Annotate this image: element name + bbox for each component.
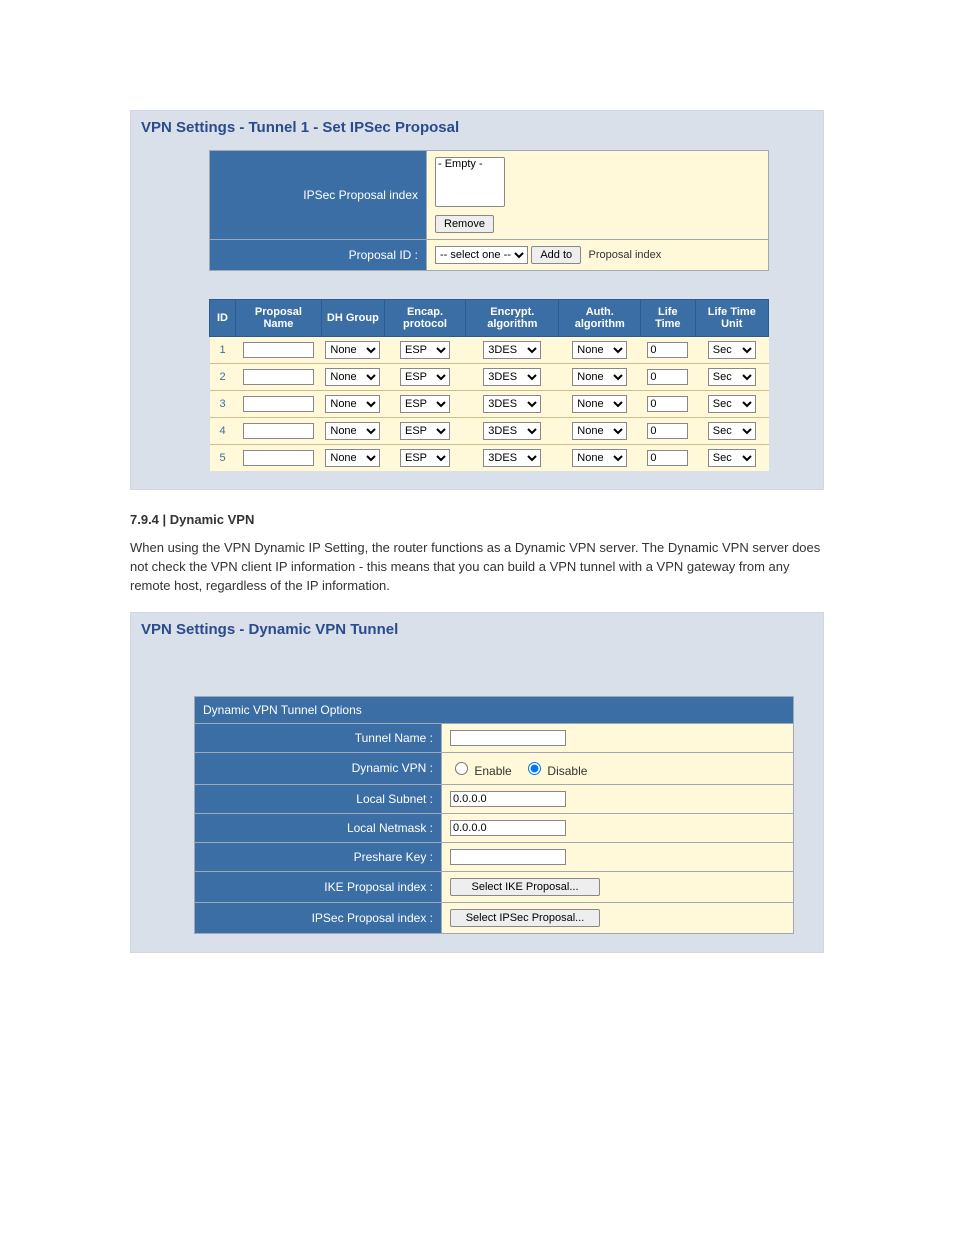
encap-protocol-select[interactable]: ESP — [400, 395, 450, 413]
encrypt-algorithm-select[interactable]: 3DES — [483, 368, 541, 386]
section-title: Dynamic VPN — [170, 512, 255, 527]
local-subnet-label: Local Subnet : — [195, 784, 442, 813]
table-row: 2 None ESP 3DES None Sec — [210, 364, 769, 391]
enable-radio[interactable] — [455, 762, 468, 775]
ipsec-proposals-table: ID Proposal Name DH Group Encap. protoco… — [209, 299, 769, 471]
ipsec-config-table: IPSec Proposal index - Empty - Remove Pr… — [209, 150, 769, 271]
life-time-input[interactable] — [647, 450, 688, 466]
life-time-input[interactable] — [647, 423, 688, 439]
auth-algorithm-select[interactable]: None — [572, 449, 627, 467]
dynamic-vpn-options-table: Dynamic VPN Tunnel Options Tunnel Name :… — [194, 696, 794, 934]
row-id: 1 — [210, 337, 236, 364]
row-id: 4 — [210, 418, 236, 445]
col-unit: Life Time Unit — [695, 300, 768, 337]
proposal-id-select[interactable]: -- select one -- — [435, 246, 528, 264]
encrypt-algorithm-select[interactable]: 3DES — [483, 395, 541, 413]
dh-group-select[interactable]: None — [325, 449, 380, 467]
life-time-unit-select[interactable]: Sec — [708, 449, 756, 467]
life-time-unit-select[interactable]: Sec — [708, 395, 756, 413]
col-encrypt: Encrypt. algorithm — [466, 300, 559, 337]
remove-button[interactable]: Remove — [435, 215, 494, 233]
section-body: When using the VPN Dynamic IP Setting, t… — [130, 539, 824, 596]
dh-group-select[interactable]: None — [325, 422, 380, 440]
proposal-name-input[interactable] — [243, 396, 314, 412]
encap-protocol-select[interactable]: ESP — [400, 341, 450, 359]
auth-algorithm-select[interactable]: None — [572, 395, 627, 413]
proposal-id-label: Proposal ID : — [210, 240, 427, 271]
local-netmask-input[interactable] — [450, 820, 566, 836]
proposal-name-input[interactable] — [243, 450, 314, 466]
auth-algorithm-select[interactable]: None — [572, 341, 627, 359]
select-ipsec-proposal-button[interactable]: Select IPSec Proposal... — [450, 909, 600, 927]
life-time-input[interactable] — [647, 369, 688, 385]
add-to-note: Proposal index — [589, 249, 662, 261]
dh-group-select[interactable]: None — [325, 395, 380, 413]
select-ike-proposal-button[interactable]: Select IKE Proposal... — [450, 878, 600, 896]
row-id: 5 — [210, 445, 236, 472]
encap-protocol-select[interactable]: ESP — [400, 449, 450, 467]
table-row: 3 None ESP 3DES None Sec — [210, 391, 769, 418]
ike-index-label: IKE Proposal index : — [195, 871, 442, 902]
encap-protocol-select[interactable]: ESP — [400, 368, 450, 386]
preshare-key-label: Preshare Key : — [195, 842, 442, 871]
local-subnet-input[interactable] — [450, 791, 566, 807]
add-to-button[interactable]: Add to — [531, 246, 581, 264]
dh-group-select[interactable]: None — [325, 341, 380, 359]
table-row: 4 None ESP 3DES None Sec — [210, 418, 769, 445]
life-time-unit-select[interactable]: Sec — [708, 341, 756, 359]
section-heading: 7.9.4 | Dynamic VPN — [130, 512, 824, 527]
life-time-unit-select[interactable]: Sec — [708, 422, 756, 440]
table-row: 1 None ESP 3DES None Sec — [210, 337, 769, 364]
disable-option[interactable]: Disable — [523, 764, 587, 778]
col-auth: Auth. algorithm — [559, 300, 641, 337]
local-netmask-label: Local Netmask : — [195, 813, 442, 842]
col-name: Proposal Name — [236, 300, 322, 337]
life-time-input[interactable] — [647, 342, 688, 358]
panel2-title: VPN Settings - Dynamic VPN Tunnel — [139, 619, 815, 652]
encap-protocol-select[interactable]: ESP — [400, 422, 450, 440]
encrypt-algorithm-select[interactable]: 3DES — [483, 449, 541, 467]
encrypt-algorithm-select[interactable]: 3DES — [483, 341, 541, 359]
row-id: 2 — [210, 364, 236, 391]
col-life: Life Time — [641, 300, 696, 337]
preshare-key-input[interactable] — [450, 849, 566, 865]
encrypt-algorithm-select[interactable]: 3DES — [483, 422, 541, 440]
ipsec-index-listbox[interactable]: - Empty - — [435, 157, 505, 207]
disable-radio[interactable] — [528, 762, 541, 775]
dynamic-vpn-label: Dynamic VPN : — [195, 752, 442, 784]
dynamic-vpn-panel: VPN Settings - Dynamic VPN Tunnel Dynami… — [130, 612, 824, 953]
enable-option[interactable]: Enable — [450, 764, 515, 778]
section-number: 7.9.4 | — [130, 512, 166, 527]
row-id: 3 — [210, 391, 236, 418]
tunnel-name-input[interactable] — [450, 730, 566, 746]
table-header-row: ID Proposal Name DH Group Encap. protoco… — [210, 300, 769, 337]
auth-algorithm-select[interactable]: None — [572, 368, 627, 386]
auth-algorithm-select[interactable]: None — [572, 422, 627, 440]
proposal-name-input[interactable] — [243, 369, 314, 385]
ipsec-index-label: IPSec Proposal index — [210, 151, 427, 240]
panel-title: VPN Settings - Tunnel 1 - Set IPSec Prop… — [139, 117, 815, 150]
col-encap: Encap. protocol — [384, 300, 465, 337]
tunnel-name-label: Tunnel Name : — [195, 723, 442, 752]
table-row: 5 None ESP 3DES None Sec — [210, 445, 769, 472]
dh-group-select[interactable]: None — [325, 368, 380, 386]
options-header: Dynamic VPN Tunnel Options — [195, 696, 794, 723]
col-id: ID — [210, 300, 236, 337]
proposal-name-input[interactable] — [243, 423, 314, 439]
ipsec-index-cell: - Empty - Remove — [427, 151, 769, 240]
enable-radio-label: Enable — [474, 764, 511, 778]
life-time-input[interactable] — [647, 396, 688, 412]
ipsec-index-label: IPSec Proposal index : — [195, 902, 442, 933]
col-dh: DH Group — [321, 300, 384, 337]
ipsec-proposal-panel: VPN Settings - Tunnel 1 - Set IPSec Prop… — [130, 110, 824, 490]
life-time-unit-select[interactable]: Sec — [708, 368, 756, 386]
disable-radio-label: Disable — [547, 764, 587, 778]
proposal-id-cell: -- select one -- Add to Proposal index — [427, 240, 769, 271]
proposal-name-input[interactable] — [243, 342, 314, 358]
